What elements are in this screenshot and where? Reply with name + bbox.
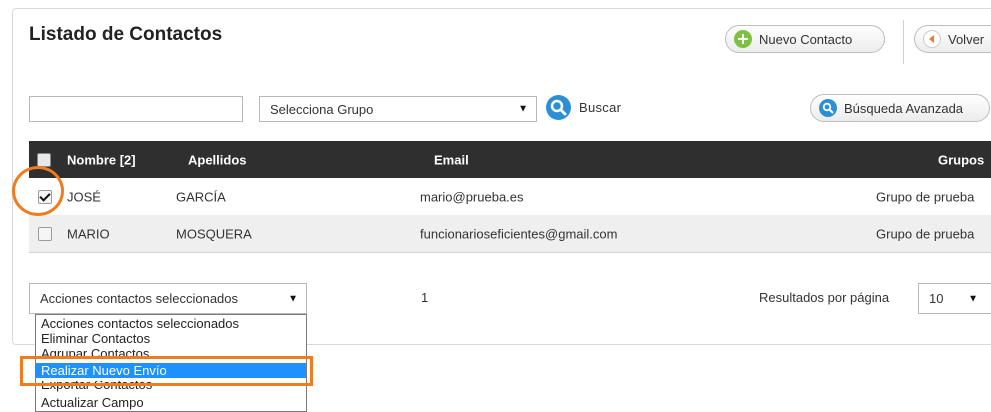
results-per-page-value: 10: [929, 291, 944, 306]
dropdown-arrow-icon: ▼: [968, 293, 978, 304]
cell-group: Grupo de prueba: [876, 226, 975, 241]
page-number[interactable]: 1: [421, 290, 428, 305]
checkbox-highlight-circle: [12, 166, 64, 216]
table-row[interactable]: MARIO MOSQUERA funcionarioseficientes@gm…: [29, 215, 991, 253]
cell-group: Grupo de prueba: [876, 189, 975, 204]
select-all-checkbox[interactable]: [37, 152, 51, 167]
cell-surname: MOSQUERA: [176, 226, 252, 241]
search-icon: [550, 99, 567, 116]
header-divider: [903, 20, 904, 64]
advanced-search-button[interactable]: Búsqueda Avanzada: [810, 94, 990, 122]
option-highlight-box: [20, 356, 313, 386]
back-arrow-icon: [923, 30, 941, 48]
cell-email: mario@prueba.es: [420, 189, 524, 204]
search-icon: [819, 99, 837, 117]
page-title: Listado de Contactos: [29, 24, 223, 45]
new-contact-button[interactable]: Nuevo Contacto: [725, 25, 885, 53]
dropdown-option[interactable]: Actualizar Campo: [36, 395, 306, 410]
column-header-groups[interactable]: Grupos: [938, 152, 984, 167]
new-contact-label: Nuevo Contacto: [759, 31, 853, 47]
search-input[interactable]: [29, 96, 243, 122]
dropdown-option[interactable]: Acciones contactos seleccionados: [36, 316, 306, 331]
table-header: Nombre [2] Apellidos Email Grupos: [29, 141, 991, 178]
group-select-value: Selecciona Grupo: [270, 101, 374, 117]
actions-select[interactable]: Acciones contactos seleccionados ▼: [29, 283, 307, 314]
row-checkbox[interactable]: [38, 226, 52, 241]
cell-surname: GARCÍA: [176, 189, 226, 204]
back-button[interactable]: Volver: [914, 25, 991, 53]
table-row[interactable]: JOSÉ GARCÍA mario@prueba.es Grupo de pru…: [29, 178, 991, 215]
results-per-page-select[interactable]: 10 ▼: [918, 283, 991, 314]
dropdown-arrow-icon: ▼: [518, 103, 528, 115]
group-select[interactable]: Selecciona Grupo ▼: [259, 96, 537, 122]
column-header-surname[interactable]: Apellidos: [188, 152, 247, 167]
cell-name: MARIO: [67, 226, 110, 241]
back-label: Volver: [948, 31, 985, 47]
dropdown-arrow-icon: ▼: [288, 293, 298, 304]
column-header-email[interactable]: Email: [434, 152, 469, 167]
advanced-search-label: Búsqueda Avanzada: [844, 100, 964, 116]
search-button[interactable]: [546, 95, 571, 120]
column-header-name[interactable]: Nombre [2]: [67, 152, 136, 167]
plus-icon: [734, 30, 752, 48]
search-label[interactable]: Buscar: [579, 100, 621, 115]
results-per-page-label: Resultados por página: [759, 290, 890, 305]
actions-select-value: Acciones contactos seleccionados: [40, 291, 239, 306]
dropdown-option[interactable]: Eliminar Contactos: [36, 331, 306, 346]
cell-email: funcionarioseficientes@gmail.com: [420, 226, 618, 241]
cell-name: JOSÉ: [67, 189, 101, 204]
